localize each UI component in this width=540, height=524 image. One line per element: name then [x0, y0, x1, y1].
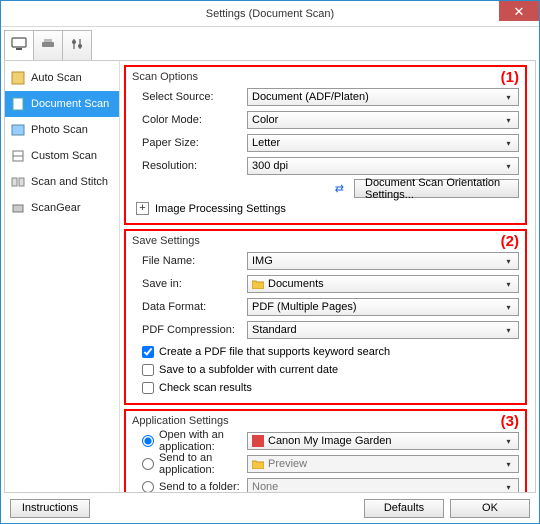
chevron-down-icon: ▾	[502, 278, 515, 291]
settings-pane[interactable]: (1) Scan Options Select Source: Document…	[120, 61, 535, 492]
chevron-down-icon: ▾	[502, 324, 515, 337]
chevron-down-icon: ▾	[502, 481, 515, 492]
radio-open-app[interactable]	[142, 435, 154, 447]
tab-scan-from-panel[interactable]	[33, 30, 63, 60]
checkbox-check-results[interactable]	[142, 382, 154, 394]
radio-label: Send to a folder:	[159, 481, 240, 492]
group-application-settings: (3) Application Settings Open with an ap…	[124, 409, 527, 492]
sliders-icon	[69, 37, 85, 54]
window-title: Settings (Document Scan)	[206, 8, 334, 20]
sidebar-item-label: Photo Scan	[31, 124, 88, 136]
sidebar-item-photo-scan[interactable]: Photo Scan	[5, 117, 119, 143]
checkbox-subfolder[interactable]	[142, 364, 154, 376]
instructions-button[interactable]: Instructions	[10, 499, 90, 518]
folder-icon	[252, 278, 264, 290]
document-scan-icon	[11, 97, 25, 111]
select-source[interactable]: Document (ADF/Platen)▾	[247, 88, 519, 106]
chevron-down-icon: ▾	[502, 114, 515, 127]
group-number: (1)	[501, 69, 519, 86]
auto-scan-icon	[11, 71, 25, 85]
sidebar-item-label: ScanGear	[31, 202, 81, 214]
plus-icon: +	[136, 202, 149, 215]
image-processing-expander[interactable]: + Image Processing Settings	[136, 202, 519, 215]
chevron-down-icon: ▾	[502, 91, 515, 104]
sidebar-item-label: Custom Scan	[31, 150, 97, 162]
swap-defaults-icon[interactable]: ⇄	[331, 182, 348, 195]
sidebar-item-label: Auto Scan	[31, 72, 82, 84]
app-icon	[252, 435, 264, 447]
ok-button[interactable]: OK	[450, 499, 530, 518]
checkbox-label: Save to a subfolder with current date	[159, 364, 338, 376]
checkbox-label: Create a PDF file that supports keyword …	[159, 346, 390, 358]
tab-scan-from-computer[interactable]	[4, 30, 34, 60]
sidebar-item-document-scan[interactable]: Document Scan	[5, 91, 119, 117]
sidebar-item-custom-scan[interactable]: Custom Scan	[5, 143, 119, 169]
main: Auto Scan Document Scan Photo Scan Custo…	[4, 61, 536, 493]
orientation-settings-button[interactable]: Document Scan Orientation Settings...	[354, 179, 519, 198]
radio-send-app[interactable]	[142, 458, 154, 470]
image-processing-label: Image Processing Settings	[155, 203, 286, 215]
sidebar-item-label: Document Scan	[31, 98, 109, 110]
select-send-app: Preview▾	[247, 455, 519, 473]
chevron-down-icon: ▾	[502, 435, 515, 448]
monitor-icon	[11, 37, 27, 54]
titlebar: Settings (Document Scan) ✕	[1, 1, 539, 27]
photo-scan-icon	[11, 123, 25, 137]
radio-label: Open with an application:	[159, 429, 247, 453]
select-send-folder: None▾	[247, 478, 519, 492]
select-paper-size[interactable]: Letter▾	[247, 134, 519, 152]
radio-label: Send to an application:	[159, 452, 247, 476]
label-color-mode: Color Mode:	[132, 114, 247, 126]
label-resolution: Resolution:	[132, 160, 247, 172]
chevron-down-icon: ▾	[502, 160, 515, 173]
group-number: (2)	[501, 233, 519, 250]
select-data-format[interactable]: PDF (Multiple Pages)▾	[247, 298, 519, 316]
content: Auto Scan Document Scan Photo Scan Custo…	[1, 27, 539, 523]
stitch-icon	[11, 175, 25, 189]
tab-general-settings[interactable]	[62, 30, 92, 60]
select-color-mode[interactable]: Color▾	[247, 111, 519, 129]
footer: Instructions Defaults OK	[4, 493, 536, 523]
sidebar-item-scan-stitch[interactable]: Scan and Stitch	[5, 169, 119, 195]
chevron-down-icon: ▾	[502, 301, 515, 314]
group-title: Scan Options	[132, 71, 519, 83]
custom-scan-icon	[11, 149, 25, 163]
close-button[interactable]: ✕	[499, 1, 539, 21]
radio-send-folder[interactable]	[142, 481, 154, 492]
select-open-app[interactable]: Canon My Image Garden▾	[247, 432, 519, 450]
folder-icon	[252, 458, 264, 470]
sidebar: Auto Scan Document Scan Photo Scan Custo…	[5, 61, 120, 492]
select-pdf-compression[interactable]: Standard▾	[247, 321, 519, 339]
settings-window: Settings (Document Scan) ✕	[0, 0, 540, 524]
input-file-name[interactable]: IMG▾	[247, 252, 519, 270]
label-save-in: Save in:	[132, 278, 247, 290]
label-data-format: Data Format:	[132, 301, 247, 313]
group-save-settings: (2) Save Settings File Name: IMG▾ Save i…	[124, 229, 527, 405]
sidebar-item-label: Scan and Stitch	[31, 176, 108, 188]
group-title: Save Settings	[132, 235, 519, 247]
sidebar-item-scangear[interactable]: ScanGear	[5, 195, 119, 221]
chevron-down-icon: ▾	[502, 255, 515, 268]
label-file-name: File Name:	[132, 255, 247, 267]
chevron-down-icon: ▾	[502, 137, 515, 150]
defaults-button[interactable]: Defaults	[364, 499, 444, 518]
mode-tabs	[4, 30, 536, 61]
chevron-down-icon: ▾	[502, 458, 515, 471]
group-scan-options: (1) Scan Options Select Source: Document…	[124, 65, 527, 225]
sidebar-item-auto-scan[interactable]: Auto Scan	[5, 65, 119, 91]
checkbox-keyword-pdf[interactable]	[142, 346, 154, 358]
select-resolution[interactable]: 300 dpi▾	[247, 157, 519, 175]
scangear-icon	[11, 201, 25, 215]
group-title: Application Settings	[132, 415, 519, 427]
group-number: (3)	[501, 413, 519, 430]
select-save-in[interactable]: Documents▾	[247, 275, 519, 293]
checkbox-label: Check scan results	[159, 382, 252, 394]
label-pdf-compression: PDF Compression:	[132, 324, 247, 336]
label-select-source: Select Source:	[132, 91, 247, 103]
label-paper-size: Paper Size:	[132, 137, 247, 149]
scanner-icon	[40, 37, 56, 54]
